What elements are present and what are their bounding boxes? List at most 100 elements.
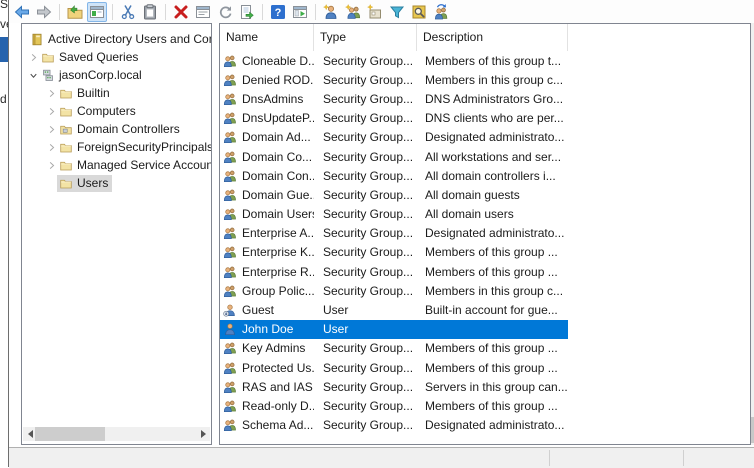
- list-row-enterprise-k[interactable]: Enterprise K... Security Group... Members …: [220, 243, 568, 262]
- list-row-guest[interactable]: Guest User Built-in account for gue...: [220, 300, 568, 319]
- description-cell: Designated administrato...: [425, 130, 565, 145]
- column-header-description[interactable]: Description: [417, 24, 568, 51]
- chevron-right-icon[interactable]: [46, 86, 57, 100]
- list-row-domain-co[interactable]: Domain Co... Security Group... All worksta…: [220, 147, 568, 166]
- list-row-dnsupdatep[interactable]: DnsUpdateP... Security Group... DNS client…: [220, 109, 568, 128]
- scrollbar-thumb[interactable]: [35, 427, 105, 441]
- list-row-protected-us[interactable]: Protected Us... Security Group... Members …: [220, 358, 568, 377]
- tree-horizontal-scrollbar[interactable]: [23, 427, 210, 441]
- name-cell: Domain Co...: [220, 150, 314, 164]
- type-cell: Security Group...: [323, 53, 414, 68]
- new-user-button[interactable]: [321, 2, 341, 22]
- new-group-button[interactable]: [343, 2, 363, 22]
- tree-item-builtin[interactable]: Builtin: [22, 84, 211, 102]
- tree-node[interactable]: Active Directory Users and Computers: [28, 31, 211, 48]
- scroll-right-arrow[interactable]: [196, 427, 210, 441]
- tree-item-saved-queries[interactable]: Saved Queries: [22, 48, 211, 66]
- help-button[interactable]: ?: [268, 2, 288, 22]
- tree-item-foreignsecurityprincipals[interactable]: ForeignSecurityPrincipals: [22, 138, 211, 156]
- background-selected-item: [0, 37, 8, 62]
- list-row-group-polic[interactable]: Group Polic... Security Group... Members i…: [220, 281, 568, 300]
- name-cell: Enterprise K...: [220, 245, 314, 259]
- people-refresh-icon: [433, 3, 449, 20]
- list-row-domain-gue[interactable]: Domain Gue... Security Group... All domain…: [220, 185, 568, 204]
- tree-node[interactable]: Builtin: [57, 85, 114, 102]
- type-cell: Security Group...: [323, 283, 414, 298]
- list-row-ras-and-ias[interactable]: RAS and IAS ... Security Group... Servers …: [220, 377, 568, 396]
- tree-node[interactable]: Domain Controllers: [57, 121, 184, 138]
- object-name: RAS and IAS ...: [242, 379, 314, 394]
- folder-icon: [59, 105, 73, 118]
- toolbar-separator: [315, 3, 316, 20]
- tree-node[interactable]: Managed Service Accounts: [57, 157, 211, 174]
- properties-button[interactable]: [193, 2, 213, 22]
- toolbar-separator: [112, 3, 113, 20]
- forward-button[interactable]: [34, 2, 54, 22]
- export-list-button[interactable]: [237, 2, 257, 22]
- column-header-type[interactable]: Type: [314, 24, 417, 51]
- new-organizational-unit-button[interactable]: [365, 2, 385, 22]
- show-hide-console-tree-button[interactable]: [290, 2, 310, 22]
- magnifier-document-icon: [411, 4, 427, 20]
- chevron-right-icon[interactable]: [28, 50, 39, 64]
- name-cell: DnsAdmins: [220, 92, 314, 106]
- tree-item-computers[interactable]: Computers: [22, 102, 211, 120]
- back-button[interactable]: [12, 2, 32, 22]
- group-icon: [223, 54, 237, 68]
- list-row-enterprise-a[interactable]: Enterprise A... Security Group... Designat…: [220, 224, 568, 243]
- tree-item-domain-controllers[interactable]: Domain Controllers: [22, 120, 211, 138]
- list-row-john-doe[interactable]: John Doe User: [220, 319, 568, 339]
- list-row-denied-rod[interactable]: Denied ROD... Security Group... Members in…: [220, 70, 568, 89]
- list-rows: Cloneable D... Security Group... Members o…: [220, 51, 750, 435]
- list-row-domain-con[interactable]: Domain Con... Security Group... All domain…: [220, 166, 568, 185]
- paste-button[interactable]: [140, 2, 160, 22]
- people-sync-button[interactable]: [431, 2, 451, 22]
- tree-item-jasoncorp-local[interactable]: jasonCorp.local: [22, 66, 211, 84]
- forward-arrow-icon: [36, 4, 52, 20]
- list-row-domain-ad[interactable]: Domain Ad... Security Group... Designated …: [220, 128, 568, 147]
- tree-node[interactable]: jasonCorp.local: [39, 67, 146, 84]
- list-row-domain-users[interactable]: Domain Users Security Group... All domain …: [220, 205, 568, 224]
- set-filter-button[interactable]: [387, 2, 407, 22]
- tree-node[interactable]: Computers: [57, 103, 140, 120]
- list-row-schema-ad[interactable]: Schema Ad... Security Group... Designated …: [220, 416, 568, 435]
- name-cell: Read-only D...: [220, 399, 314, 413]
- cut-button[interactable]: [118, 2, 138, 22]
- show-console-panes-button[interactable]: [87, 1, 107, 22]
- tree-node[interactable]: Saved Queries: [39, 49, 142, 66]
- group-icon: [223, 399, 237, 413]
- chevron-down-icon[interactable]: [28, 68, 39, 82]
- tree-node[interactable]: Users: [57, 174, 113, 192]
- list-row-cloneable-d[interactable]: Cloneable D... Security Group... Members o…: [220, 51, 568, 70]
- background-text-fragment: Ser: [0, 0, 8, 11]
- list-row-dnsadmins[interactable]: DnsAdmins Security Group... DNS Administra…: [220, 89, 568, 108]
- list-row-read-only-d[interactable]: Read-only D... Security Group... Members o…: [220, 396, 568, 415]
- description-cell: Members of this group t...: [425, 53, 562, 68]
- column-header-name[interactable]: Name: [220, 24, 314, 51]
- tree-node[interactable]: ForeignSecurityPrincipals: [57, 139, 211, 156]
- delete-button[interactable]: [171, 2, 191, 22]
- chevron-right-icon[interactable]: [46, 104, 57, 118]
- open-new-window-button[interactable]: [65, 2, 85, 22]
- name-cell: Denied ROD...: [220, 73, 314, 87]
- chevron-right-icon[interactable]: [46, 158, 57, 172]
- directory-book-icon: [30, 33, 44, 46]
- console-tree-window-icon: [292, 4, 308, 20]
- domain-icon: [41, 69, 55, 82]
- user-disabled-icon: [223, 303, 237, 317]
- tree-item-active-directory-users-and-computers[interactable]: Active Directory Users and Computers: [22, 30, 211, 48]
- funnel-icon: [389, 4, 405, 20]
- right-triangle-icon: [200, 430, 206, 438]
- list-header: Name Type Description: [220, 24, 750, 51]
- type-cell: User: [323, 322, 349, 337]
- find-objects-button[interactable]: [409, 2, 429, 22]
- type-cell: Security Group...: [323, 72, 414, 87]
- list-row-enterprise-r[interactable]: Enterprise R... Security Group... Members …: [220, 262, 568, 281]
- chevron-right-icon[interactable]: [46, 140, 57, 154]
- name-cell: John Doe: [220, 322, 314, 336]
- tree-item-users[interactable]: Users: [22, 174, 211, 192]
- list-row-key-admins[interactable]: Key Admins Security Group... Members of th…: [220, 339, 568, 358]
- refresh-button[interactable]: [215, 2, 235, 22]
- chevron-right-icon[interactable]: [46, 122, 57, 136]
- tree-item-managed-service-accounts[interactable]: Managed Service Accounts: [22, 156, 211, 174]
